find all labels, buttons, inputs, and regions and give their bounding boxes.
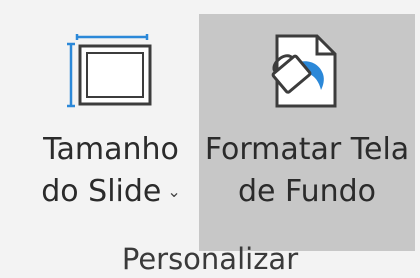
format-background-icon-wrap [199, 34, 415, 108]
group-label: Personalizar [121, 242, 299, 276]
format-background-label-line1: Formatar Tela [204, 132, 410, 167]
slide-size-label-text: do Slide [41, 174, 162, 209]
chevron-down-icon[interactable]: ⌄ [167, 172, 180, 212]
slide-size-icon [67, 34, 152, 108]
ribbon-group-customize: Tamanho do Slide ⌄ Formatar Tela de Fundo… [0, 0, 420, 278]
slide-size-button[interactable]: Tamanho do Slide ⌄ [23, 14, 199, 251]
slide-size-label-line1: Tamanho [43, 132, 179, 167]
slide-size-icon-wrap [23, 34, 199, 108]
format-background-icon [271, 34, 337, 108]
format-background-label-line2: de Fundo [237, 174, 377, 209]
format-background-button[interactable]: Formatar Tela de Fundo [199, 14, 415, 251]
slide-size-label-line2: do Slide ⌄ [23, 172, 199, 212]
